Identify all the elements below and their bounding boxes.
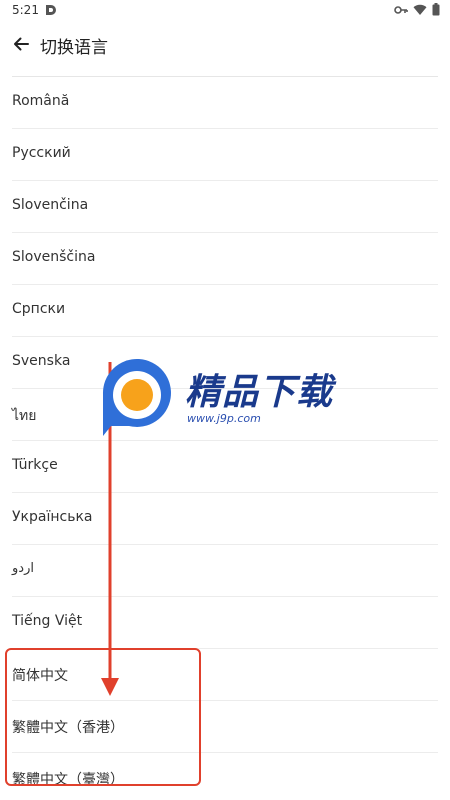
language-label: Română <box>12 93 70 109</box>
status-time: 5:21 <box>12 3 39 17</box>
language-label: Slovenčina <box>12 197 89 213</box>
language-item-russian[interactable]: Русский <box>12 129 438 181</box>
watermark-url: www.j9p.com <box>187 412 261 425</box>
wifi-icon <box>413 4 427 15</box>
language-label: ไทย <box>12 408 37 424</box>
watermark-logo: 精品下载 www.j9p.com <box>97 356 357 441</box>
language-item-serbian[interactable]: Српски <box>12 285 438 337</box>
language-item-turkish[interactable]: Türkçe <box>12 441 438 493</box>
highlight-box <box>5 648 201 786</box>
language-label: Svenska <box>12 353 71 369</box>
language-item-romana[interactable]: Română <box>12 77 438 129</box>
language-item-slovak[interactable]: Slovenčina <box>12 181 438 233</box>
language-item-vietnamese[interactable]: Tiếng Việt <box>12 597 438 649</box>
status-bar: 5:21 <box>0 0 450 22</box>
vpn-key-icon <box>394 5 408 14</box>
language-item-urdu[interactable]: اردو <box>12 545 438 597</box>
language-label: Русский <box>12 145 71 161</box>
app-toolbar: 切换语言 <box>0 22 450 66</box>
arrow-left-icon <box>14 37 29 51</box>
language-label: Slovenščina <box>12 249 96 265</box>
watermark-name: 精品下载 <box>185 372 334 413</box>
language-label: Türkçe <box>12 457 58 473</box>
language-label: Tiếng Việt <box>12 613 83 629</box>
language-label: Српски <box>12 301 66 317</box>
language-label: Українська <box>12 509 93 525</box>
j9p-logo-icon <box>102 358 171 436</box>
status-icons <box>394 3 440 16</box>
back-button[interactable] <box>8 30 34 58</box>
app-notification-icon <box>46 5 56 15</box>
language-label: اردو <box>12 561 34 576</box>
language-item-slovenian[interactable]: Slovenščina <box>12 233 438 285</box>
language-item-ukrainian[interactable]: Українська <box>12 493 438 545</box>
battery-icon <box>432 3 440 16</box>
page-title: 切换语言 <box>40 38 108 58</box>
